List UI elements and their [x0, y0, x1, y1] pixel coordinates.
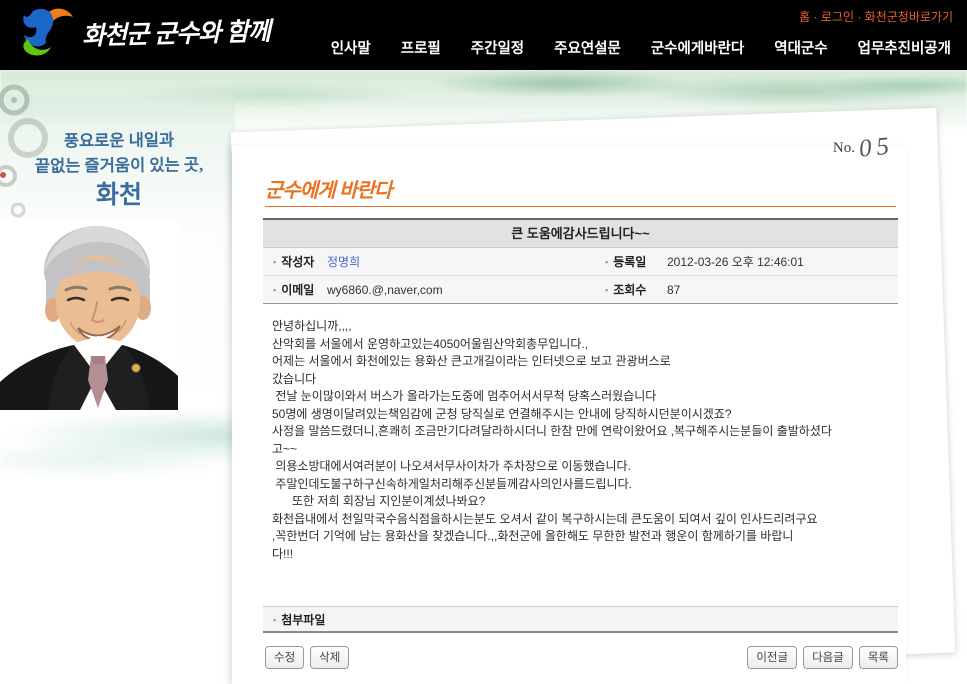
table-row: 이메일 wy6860.@,naver,com 조회수 87: [263, 276, 898, 304]
nav-item-weekly-schedule[interactable]: 주간일정: [471, 37, 524, 58]
post-info-table: 큰 도움에감사드립니다~~ 작성자 정명희 등록일 2012-03-26 오후 …: [263, 218, 898, 304]
button-bar: 수정 삭제 이전글 다음글 목록: [265, 646, 898, 669]
next-post-button[interactable]: 다음글: [803, 646, 853, 669]
author-label: 작성자: [263, 248, 327, 276]
site-logo[interactable]: 화천군 군수와 함께: [18, 6, 270, 58]
attachment-label: 첨부파일: [263, 613, 325, 627]
list-button[interactable]: 목록: [859, 646, 898, 669]
nav-item-major-speeches[interactable]: 주요연설문: [554, 37, 621, 58]
slogan-line-3: 화천: [0, 180, 238, 212]
table-row: 작성자 정명희 등록일 2012-03-26 오후 12:46:01: [263, 248, 898, 276]
left-button-group: 수정 삭제: [265, 646, 349, 669]
utility-links[interactable]: 홈 · 로그인 · 화천군청바로가기: [799, 8, 953, 25]
post-number-value: 05: [858, 134, 895, 162]
slogan-line-1: 풍요로운 내일과: [0, 127, 238, 154]
post-subject: 큰 도움에감사드립니다~~: [263, 218, 898, 248]
email-value: wy6860.@,naver,com: [327, 276, 595, 304]
email-label: 이메일: [263, 276, 327, 304]
date-value: 2012-03-26 오후 12:46:01: [667, 248, 898, 276]
hwacheon-bird-logo-icon: [18, 6, 74, 58]
main-nav: 인사말 프로필 주간일정 주요연설문 군수에게바란다 역대군수 업무추진비공개: [331, 37, 951, 58]
county-slogan: 풍요로운 내일과 끝없는 즐거움이 있는 곳, 화천: [0, 128, 238, 212]
edit-button[interactable]: 수정: [265, 646, 304, 669]
nav-item-wish-to-governor[interactable]: 군수에게바란다: [651, 37, 744, 58]
content-panel: No. 05 군수에게 바란다 큰 도움에감사드립니다~~ 작성자 정명희 등록…: [232, 146, 906, 684]
page: 화천군 군수와 함께 홈 · 로그인 · 화천군청바로가기 인사말 프로필 주간…: [0, 0, 967, 684]
nav-item-profile[interactable]: 프로필: [401, 37, 441, 58]
page-title: 군수에게 바란다: [265, 174, 391, 203]
title-divider: [265, 206, 896, 207]
slogan-line-2: 끝없는 즐거움이 있는 곳,: [0, 152, 238, 179]
prev-post-button[interactable]: 이전글: [747, 646, 797, 669]
delete-button[interactable]: 삭제: [310, 646, 349, 669]
governor-photo: [0, 218, 178, 410]
nav-item-expense-disclosure[interactable]: 업무추진비공개: [858, 37, 951, 58]
views-label: 조회수: [595, 276, 667, 304]
views-value: 87: [667, 276, 898, 304]
site-header: 화천군 군수와 함께 홈 · 로그인 · 화천군청바로가기 인사말 프로필 주간…: [0, 0, 967, 70]
nav-item-greeting[interactable]: 인사말: [331, 37, 371, 58]
attachment-row: 첨부파일: [263, 606, 898, 633]
author-value[interactable]: 정명희: [327, 248, 595, 276]
date-label: 등록일: [595, 248, 667, 276]
logo-text: 화천군 군수와 함께: [82, 12, 271, 53]
post-number-label: No.: [833, 140, 855, 160]
right-button-group: 이전글 다음글 목록: [747, 646, 898, 669]
post-body: 안녕하십니까,,,, 산악회를 서울에서 운영하고있는4050어울림산악회총무입…: [272, 318, 888, 563]
nav-item-past-governors[interactable]: 역대군수: [774, 37, 827, 58]
post-number: No. 05: [833, 136, 894, 160]
